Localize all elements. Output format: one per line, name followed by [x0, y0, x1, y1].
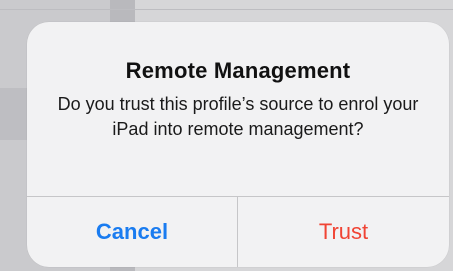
cancel-button[interactable]: Cancel [27, 197, 237, 267]
background-separator [0, 9, 453, 10]
alert-message: Do you trust this profile’s source to en… [57, 94, 419, 139]
trust-button[interactable]: Trust [238, 197, 449, 267]
alert-content: Remote Management Do you trust this prof… [27, 22, 449, 196]
remote-management-alert: Remote Management Do you trust this prof… [27, 22, 449, 267]
alert-title: Remote Management [125, 58, 351, 83]
